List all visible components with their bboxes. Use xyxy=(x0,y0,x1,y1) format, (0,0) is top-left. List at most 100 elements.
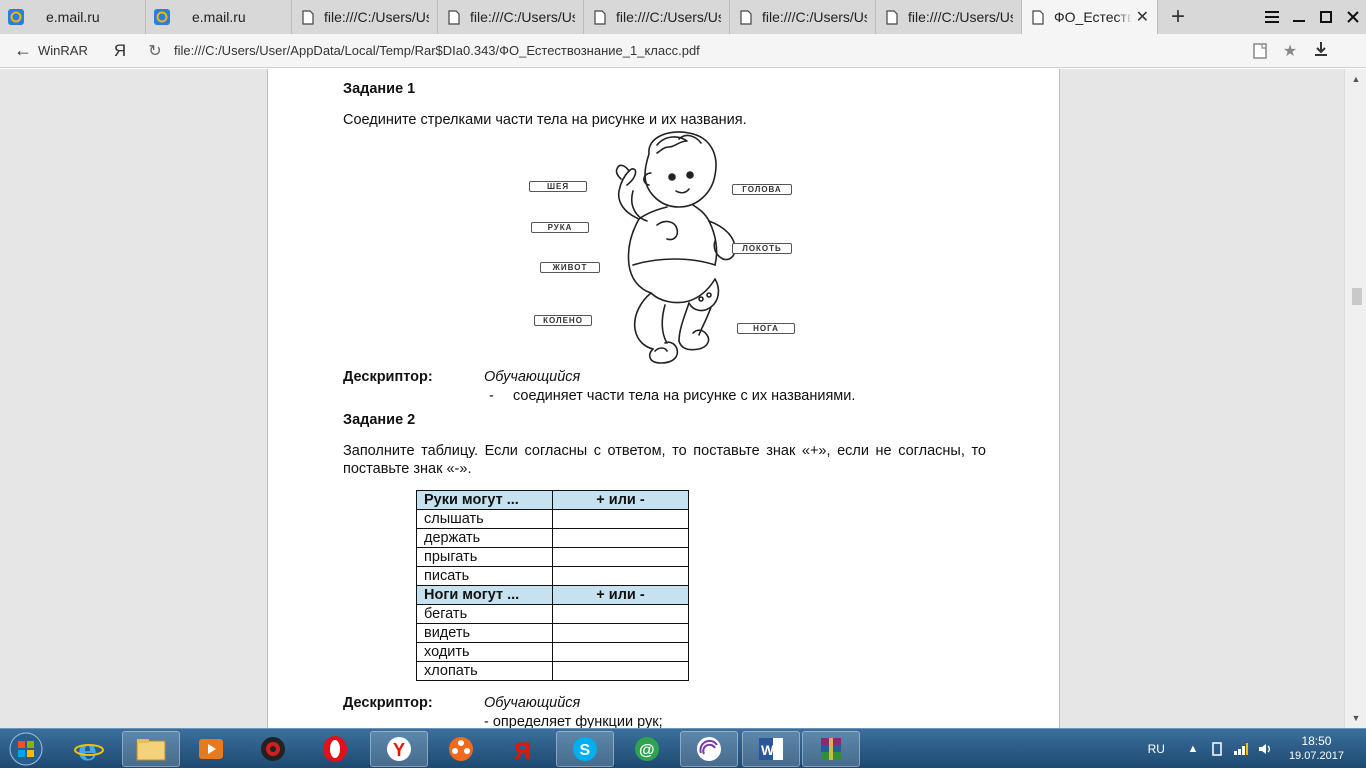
descriptor-label: Дескриптор: xyxy=(343,369,433,385)
task1-title: Задание 1 xyxy=(343,81,416,97)
address-bar: ← WinRAR Я ↻ file:///C:/Users/User/AppDa… xyxy=(0,34,1366,68)
yandex-icon[interactable]: Я xyxy=(494,731,552,767)
descriptor-label: Дескриптор: xyxy=(343,695,433,711)
tab-label: e.mail.ru xyxy=(46,9,100,25)
tab-file-3[interactable]: file:///C:/Users/Use xyxy=(584,0,730,34)
table-cell-answer xyxy=(552,528,689,548)
tab-label: file:///C:/Users/Use xyxy=(324,9,429,25)
table-row: видеть xyxy=(416,623,689,643)
file-icon xyxy=(1030,9,1046,25)
language-indicator[interactable]: RU xyxy=(1148,742,1165,756)
yandex-button[interactable]: Я xyxy=(100,41,140,61)
table-cell-answer xyxy=(552,642,689,662)
file-icon xyxy=(738,9,754,25)
scrollbar-thumb[interactable] xyxy=(1352,288,1362,305)
winrar-icon[interactable] xyxy=(802,731,860,767)
tab-mail-ru-1[interactable]: e.mail.ru xyxy=(0,0,146,34)
opera-icon[interactable] xyxy=(306,731,364,767)
maximize-icon[interactable] xyxy=(1312,0,1339,34)
label-belly: ЖИВОТ xyxy=(540,262,600,273)
tab-file-2[interactable]: file:///C:/Users/Use xyxy=(438,0,584,34)
task2-title: Задание 2 xyxy=(343,412,416,428)
yandex-browser-icon[interactable]: Y xyxy=(370,731,428,767)
tab-label: file:///C:/Users/Use xyxy=(470,9,575,25)
reader-mode-icon[interactable] xyxy=(1250,41,1270,61)
task1-instruction: Соедините стрелками части тела на рисунк… xyxy=(343,112,747,128)
table-cell-action: прыгать xyxy=(416,547,553,567)
child-body-parts-figure: ШЕЯ РУКА ЖИВОТ КОЛЕНО ГОЛОВА ЛОКОТЬ НОГА xyxy=(529,129,797,364)
hands-header: Руки могут ... xyxy=(416,490,553,510)
table-cell-action: слышать xyxy=(416,509,553,529)
file-icon xyxy=(300,9,316,25)
download-icon[interactable] xyxy=(1314,41,1328,62)
table-cell-action: ходить xyxy=(416,642,553,662)
descriptor-item: - соединяет части тела на рисунке с их на… xyxy=(489,387,855,405)
tab-file-4[interactable]: file:///C:/Users/Use xyxy=(730,0,876,34)
table-cell-action: хлопать xyxy=(416,661,553,681)
svg-text:S: S xyxy=(580,742,591,759)
skype-icon[interactable]: S xyxy=(556,731,614,767)
table-row: писать xyxy=(416,566,689,586)
app-red-gear-icon[interactable] xyxy=(244,731,302,767)
media-player-icon[interactable] xyxy=(182,731,240,767)
clock[interactable]: 18:50 19.07.2017 xyxy=(1289,734,1344,764)
table-row: ходить xyxy=(416,642,689,662)
table-header-legs: Ноги могут ... + или - xyxy=(416,585,689,605)
tab-file-1[interactable]: file:///C:/Users/Use xyxy=(292,0,438,34)
menu-icon[interactable] xyxy=(1258,0,1285,34)
table-header-hands: Руки могут ... + или - xyxy=(416,490,689,510)
address-bar-actions: ★ xyxy=(1250,41,1300,61)
show-hidden-icons-icon[interactable]: ▲ xyxy=(1185,741,1201,757)
vertical-scrollbar[interactable]: ▲ ▼ xyxy=(1344,69,1366,728)
volume-icon[interactable] xyxy=(1257,741,1273,757)
answer-table: Руки могут ... + или - слышать держать п… xyxy=(416,490,689,681)
label-elbow: ЛОКОТЬ xyxy=(732,243,792,254)
tab-label: ФО_Естествознание_1_класс.pdf xyxy=(1054,9,1132,25)
mail-agent-icon[interactable]: @ xyxy=(618,731,676,767)
new-tab-button[interactable]: + xyxy=(1158,0,1198,34)
reload-icon[interactable]: ↻ xyxy=(140,41,170,61)
label-neck: ШЕЯ xyxy=(529,181,587,192)
internet-explorer-icon[interactable]: e xyxy=(60,731,118,767)
mail-ru-icon xyxy=(8,9,24,25)
close-window-icon[interactable] xyxy=(1339,0,1366,34)
tab-label: file:///C:/Users/Use xyxy=(616,9,721,25)
tab-bar: e.mail.ru e.mail.ru file:///C:/Users/Use… xyxy=(0,0,1366,34)
close-tab-icon[interactable]: ✕ xyxy=(1136,7,1149,27)
tab-label: file:///C:/Users/Use xyxy=(908,9,1013,25)
file-explorer-icon[interactable] xyxy=(122,731,180,767)
table-row: бегать xyxy=(416,604,689,624)
descriptor-student: Обучающийся xyxy=(484,369,581,385)
table-cell-action: держать xyxy=(416,528,553,548)
network-signal-icon[interactable] xyxy=(1233,741,1249,757)
pdf-viewer[interactable]: Задание 1 Соедините стрелками части тела… xyxy=(0,69,1366,728)
bookmark-star-icon[interactable]: ★ xyxy=(1280,41,1300,61)
svg-text:e: e xyxy=(78,734,97,764)
descriptor-item: - определяет функции рук; xyxy=(484,714,663,728)
back-button-label: WinRAR xyxy=(38,43,88,58)
table-cell-answer xyxy=(552,661,689,681)
task2-instruction: Заполните таблицу. Если согласны с ответ… xyxy=(343,443,986,477)
url-field[interactable]: file:///C:/Users/User/AppData/Local/Temp… xyxy=(170,43,1210,58)
start-button[interactable] xyxy=(2,730,50,768)
scroll-up-icon[interactable]: ▲ xyxy=(1345,71,1366,87)
minimize-icon[interactable] xyxy=(1285,0,1312,34)
word-icon[interactable]: W xyxy=(742,731,800,767)
tab-pdf-active[interactable]: ФО_Естествознание_1_класс.pdf ✕ xyxy=(1022,0,1158,34)
video-reel-icon[interactable] xyxy=(432,731,490,767)
app-swirl-icon[interactable] xyxy=(680,731,738,767)
file-icon xyxy=(446,9,462,25)
label-knee: КОЛЕНО xyxy=(534,315,592,326)
taskbar: e Y Я S @ W RU ▲ 18:50 19.07.2017 xyxy=(0,728,1366,768)
label-arm: РУКА xyxy=(531,222,589,233)
back-button[interactable]: ← WinRAR xyxy=(0,40,100,61)
tab-file-5[interactable]: file:///C:/Users/Use xyxy=(876,0,1022,34)
scroll-down-icon[interactable]: ▼ xyxy=(1345,710,1366,726)
table-cell-action: писать xyxy=(416,566,553,586)
device-icon[interactable] xyxy=(1209,741,1225,757)
legs-answer-header: + или - xyxy=(552,585,689,605)
tab-mail-ru-2[interactable]: e.mail.ru xyxy=(146,0,292,34)
mail-ru-icon xyxy=(154,9,170,25)
system-tray: RU ▲ 18:50 19.07.2017 xyxy=(1148,729,1366,769)
table-cell-answer xyxy=(552,547,689,567)
